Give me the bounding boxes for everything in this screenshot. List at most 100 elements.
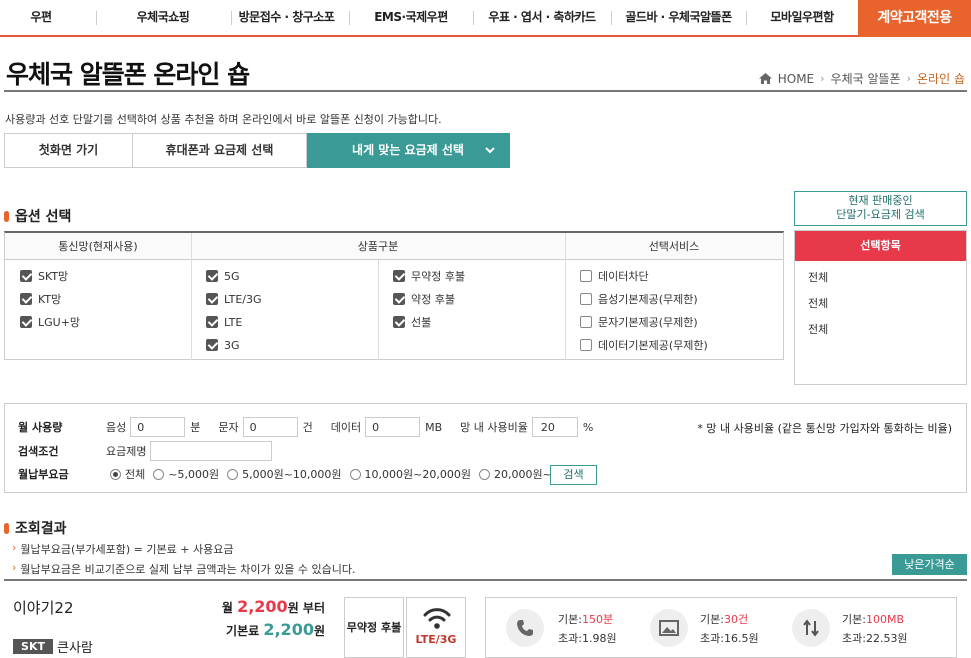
checkbox-label: 데이터차단 <box>598 270 649 283</box>
radio-label: ~5,000원 <box>168 468 220 481</box>
step-tabs: 첫화면 가기 휴대폰과 요금제 선택 내게 맞는 요금제 선택 <box>4 133 510 168</box>
column-divider <box>378 260 379 360</box>
nav-item-mobile-mailbox[interactable]: 모바일우편함 <box>746 0 858 35</box>
base-fee-suffix: 원 <box>313 624 325 638</box>
checkbox-5g[interactable]: 5G <box>206 269 262 283</box>
checkbox-prepaid[interactable]: 선불 <box>393 315 465 329</box>
nav-item-shopping[interactable]: 우체국쇼핑 <box>96 0 230 35</box>
checkbox-data-unlimited[interactable]: 데이터기본제공(무제한) <box>580 338 708 352</box>
checkbox-checked-icon[interactable] <box>206 316 218 328</box>
search-condition-row: 검색조건 요금제명 <box>18 441 273 461</box>
page-title: 우체국 알뜰폰 온라인 숍 <box>6 60 250 89</box>
checkbox-checked-icon[interactable] <box>206 339 218 351</box>
checkbox-checked-icon[interactable] <box>206 270 218 282</box>
data-input[interactable] <box>365 417 421 437</box>
checkbox-empty-icon[interactable] <box>580 316 592 328</box>
checkbox-checked-icon[interactable] <box>393 270 405 282</box>
checkbox-kt[interactable]: KT망 <box>20 292 80 306</box>
radio-label: 5,000원~10,000원 <box>242 468 342 481</box>
radio-fee-5000-10000[interactable] <box>227 468 239 480</box>
header-services: 선택서비스 <box>648 240 700 253</box>
price-prefix: 월 <box>221 601 233 615</box>
voice-usage: 기본:150분 초과:1.98원 <box>558 610 617 648</box>
radio-fee-under-5000[interactable] <box>153 468 165 480</box>
checkbox-label: SKT망 <box>38 270 69 283</box>
selected-item: 전체 <box>808 297 829 310</box>
chevron-right-icon: › <box>906 72 912 85</box>
checkbox-sms-unlimited[interactable]: 문자기본제공(무제한) <box>580 315 708 329</box>
data-usage: 기본:100MB 초과:22.53원 <box>842 610 908 648</box>
ratio-note: * 망 내 사용비율 (같은 통신망 가입자와 통화하는 비율) <box>697 422 952 435</box>
checkbox-checked-icon[interactable] <box>393 316 405 328</box>
ratio-label: 망 내 사용비율 <box>460 421 528 434</box>
provider-name: 큰사람 <box>57 641 93 656</box>
plan-name-input[interactable] <box>150 441 273 461</box>
option-table-header: 통신망(현재사용) 상품구분 선택서비스 <box>5 233 783 260</box>
checkbox-lte[interactable]: LTE <box>206 315 262 329</box>
nav-item-stamps[interactable]: 우표 · 엽서 · 축하카드 <box>473 0 611 35</box>
selected-item: 전체 <box>808 323 829 336</box>
checkbox-checked-icon[interactable] <box>20 270 32 282</box>
radio-fee-over-20000[interactable] <box>478 468 490 480</box>
info-line-fee-formula: › 월납부요금(부가세포함) = 기본료 + 사용요금 <box>12 541 233 557</box>
nav-item-parcel[interactable]: 방문접수 · 창구소포 <box>223 0 350 35</box>
title-divider <box>4 90 967 92</box>
nav-item-mail[interactable]: 우편 <box>0 0 82 35</box>
breadcrumb-online-shop[interactable]: 온라인 숍 <box>917 70 965 87</box>
checkbox-label: KT망 <box>38 293 62 306</box>
checkbox-skt[interactable]: SKT망 <box>20 269 80 283</box>
home-icon <box>758 73 772 84</box>
checkbox-data-block[interactable]: 데이터차단 <box>580 269 708 283</box>
voice-base: 150분 <box>581 613 614 626</box>
radio-fee-10000-20000[interactable] <box>349 468 361 480</box>
checkbox-label: 문자기본제공(무제한) <box>598 316 698 329</box>
checkbox-lgu[interactable]: LGU+망 <box>20 315 80 329</box>
tab-my-plan[interactable]: 내게 맞는 요금제 선택 <box>307 133 510 168</box>
voice-input[interactable] <box>130 417 186 437</box>
sms-input[interactable] <box>242 417 298 437</box>
monthly-price: 월 2,200원 부터 <box>222 597 325 616</box>
checkbox-checked-icon[interactable] <box>206 293 218 305</box>
device-plan-search-button[interactable]: 현재 판매중인 단말기-요금제 검색 <box>794 191 967 226</box>
checkbox-lte-3g[interactable]: LTE/3G <box>206 292 262 306</box>
checkbox-label: LTE <box>224 315 243 329</box>
checkbox-no-contract-postpaid[interactable]: 무약정 후불 <box>393 269 465 283</box>
checkbox-empty-icon[interactable] <box>580 339 592 351</box>
voice-over: 초과:1.98원 <box>558 632 617 645</box>
nav-item-contract-customers[interactable]: 계약고객전용 <box>858 0 971 37</box>
checkbox-voice-unlimited[interactable]: 음성기본제공(무제한) <box>580 292 708 306</box>
search-button[interactable]: 검색 <box>550 465 597 485</box>
selected-items-panel: 선택항목 전체 전체 전체 <box>794 230 967 385</box>
search-box-line2: 단말기-요금제 검색 <box>836 208 925 221</box>
nav-item-goldbar-phone[interactable]: 골드바 · 우체국알뜰폰 <box>611 0 746 35</box>
checkbox-checked-icon[interactable] <box>393 293 405 305</box>
usage-label: 월 사용량 <box>18 421 63 434</box>
checkbox-empty-icon[interactable] <box>580 270 592 282</box>
checkbox-empty-icon[interactable] <box>580 293 592 305</box>
monthly-fee-row: 월납부요금 전체 ~5,000원 5,000원~10,000원 10,000원~… <box>18 464 552 484</box>
tab-first-page[interactable]: 첫화면 가기 <box>4 133 133 168</box>
tab-phone-and-plan[interactable]: 휴대폰과 요금제 선택 <box>133 133 307 168</box>
checkbox-contract-postpaid[interactable]: 약정 후불 <box>393 292 465 306</box>
section-bullet-icon <box>4 522 9 534</box>
nav-item-ems[interactable]: EMS·국제우편 <box>349 0 473 35</box>
checkbox-checked-icon[interactable] <box>20 316 32 328</box>
sms-unit: 건 <box>302 421 313 434</box>
radio-label: 20,000원~ <box>493 468 552 481</box>
network-type-tag: LTE/3G <box>406 597 466 658</box>
checkbox-checked-icon[interactable] <box>20 293 32 305</box>
price-value: 2,200 <box>237 597 288 616</box>
data-base: 100MB <box>865 613 904 626</box>
data-base-label: 기본: <box>842 613 866 626</box>
product-name[interactable]: 이야기22 <box>13 597 74 618</box>
network-type-label: LTE/3G <box>415 633 457 646</box>
sort-lowest-price-button[interactable]: 낮은가격순 <box>892 554 967 575</box>
checkbox-3g[interactable]: 3G <box>206 338 262 352</box>
ratio-input[interactable] <box>531 417 578 437</box>
sms-label: 문자 <box>218 421 239 434</box>
radio-fee-all[interactable] <box>110 468 121 480</box>
header-product-type: 상품구분 <box>357 240 399 253</box>
breadcrumb-home[interactable]: HOME <box>778 72 814 86</box>
breadcrumb-budget-phone[interactable]: 우체국 알뜰폰 <box>831 70 901 87</box>
section-bullet-icon <box>4 210 9 222</box>
